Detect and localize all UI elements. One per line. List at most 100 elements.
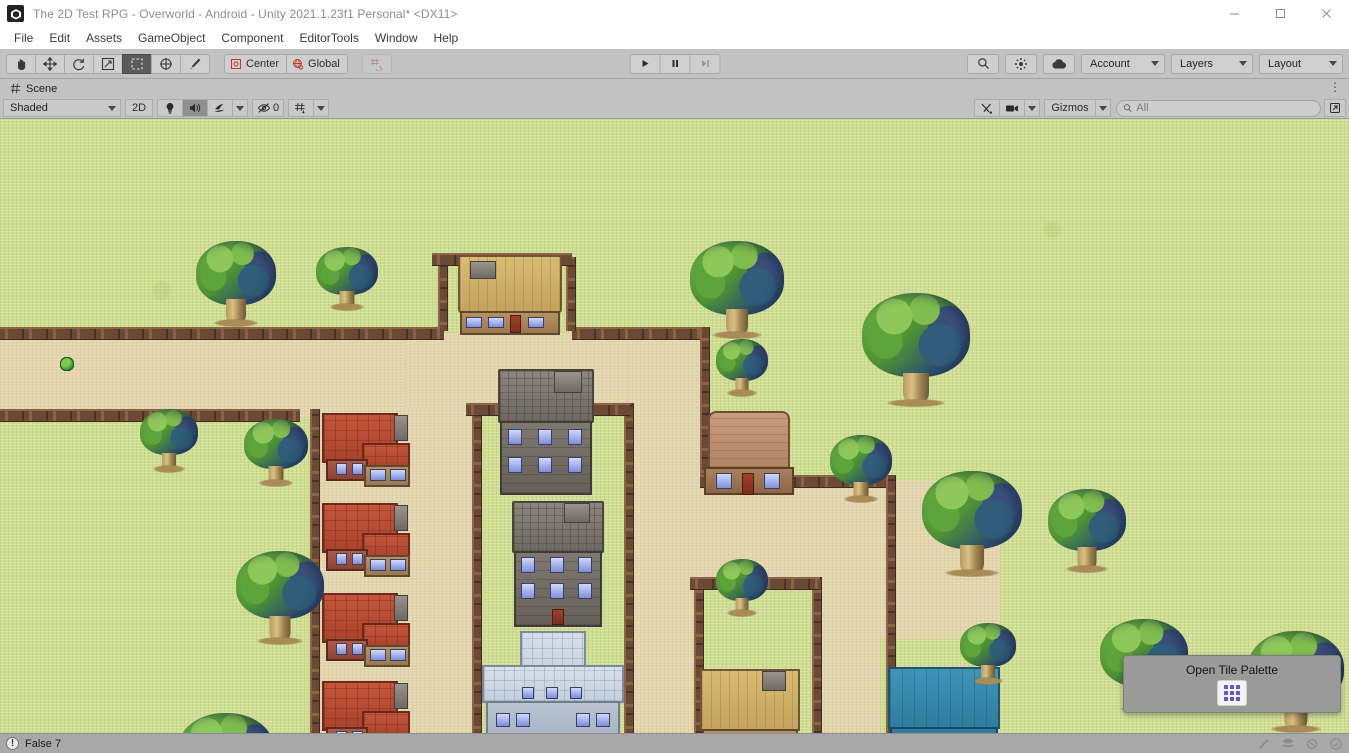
minimize-button[interactable] (1211, 0, 1257, 27)
building-civic-hall[interactable] (478, 631, 628, 733)
tab-scene[interactable]: Scene (4, 79, 68, 98)
chevron-down-icon (1151, 61, 1159, 66)
pivot-rotation-button[interactable]: Global (286, 53, 348, 74)
title-bar: The 2D Test RPG - Overworld - Android - … (0, 0, 1349, 27)
move-tool-button[interactable] (35, 53, 65, 74)
tab-scene-label: Scene (26, 82, 58, 95)
building-tan-house-center[interactable] (704, 411, 794, 497)
ready-check-icon[interactable] (1329, 737, 1343, 751)
gizmos-button[interactable]: Gizmos (1044, 99, 1096, 117)
toggle-2d-button[interactable]: 2D (125, 99, 153, 117)
chevron-down-icon (317, 105, 326, 111)
warning-icon: ! (6, 737, 19, 750)
tree (922, 471, 1022, 577)
close-button[interactable] (1303, 0, 1349, 27)
window-controls (1211, 0, 1349, 27)
window-title: The 2D Test RPG - Overworld - Android - … (33, 6, 458, 21)
code-optimization-icon[interactable] (1257, 737, 1271, 751)
account-dropdown[interactable]: Account (1081, 53, 1165, 74)
menu-help[interactable]: Help (426, 29, 467, 47)
building-red-house-2[interactable] (322, 503, 410, 579)
grid-visibility-button[interactable] (288, 99, 315, 117)
building-wood-shop-south[interactable] (700, 669, 800, 733)
tile-palette-title: Open Tile Palette (1185, 662, 1279, 677)
tree (690, 241, 784, 339)
grid-dropdown-button[interactable] (313, 99, 330, 117)
tile-palette-overlay[interactable]: Open Tile Palette (1123, 655, 1341, 713)
status-bar: ! False 7 (0, 733, 1349, 753)
grass-patch-northeast (700, 333, 1349, 481)
building-gray-apartment-lower[interactable] (512, 501, 604, 629)
effects-icon (214, 103, 225, 112)
bush (60, 357, 74, 371)
layers-dropdown[interactable]: Layers (1171, 53, 1253, 74)
menu-file[interactable]: File (6, 29, 41, 47)
chimney-icon (394, 505, 408, 531)
effects-dropdown-button[interactable] (232, 99, 248, 117)
search-icon-button[interactable] (967, 53, 999, 74)
hidden-objects-button[interactable]: 0 (252, 99, 285, 117)
tree (316, 247, 378, 311)
menu-gameobject[interactable]: GameObject (130, 29, 213, 47)
tree (830, 435, 892, 503)
grid-snap-button[interactable] (361, 53, 392, 74)
kebab-menu-icon[interactable]: ⋮ (1329, 81, 1341, 93)
maximize-button[interactable] (1257, 0, 1303, 27)
scene-search-field[interactable] (1116, 99, 1321, 117)
scene-tools-button[interactable] (974, 99, 1000, 117)
effects-toggle-button[interactable] (207, 99, 233, 117)
draw-mode-dropdown[interactable]: Shaded (3, 99, 121, 117)
pause-button[interactable] (659, 53, 690, 74)
lighting-toggle-button[interactable] (157, 99, 183, 117)
scale-tool-button[interactable] (93, 53, 123, 74)
grid-3x3-icon (1224, 684, 1240, 701)
building-gray-apartment-upper[interactable] (498, 369, 594, 497)
global-illumination-icon[interactable] (1305, 737, 1319, 751)
chimney-icon (564, 503, 590, 523)
gizmos-dropdown-button[interactable] (1095, 99, 1111, 117)
camera-dropdown-button[interactable] (1024, 99, 1040, 117)
scene-viewport[interactable]: Open Tile Palette (0, 119, 1349, 733)
transform-tool-button[interactable] (151, 53, 181, 74)
fence-east-block-right (812, 577, 822, 733)
building-red-house-3[interactable] (322, 593, 410, 669)
tile-palette-grid-button[interactable] (1217, 679, 1247, 706)
search-icon (1123, 104, 1132, 113)
menu-assets[interactable]: Assets (78, 29, 130, 47)
menu-window[interactable]: Window (367, 29, 426, 47)
menu-edit[interactable]: Edit (41, 29, 78, 47)
tools-icon (981, 103, 992, 114)
chevron-down-icon (1099, 105, 1107, 111)
pivot-mode-button[interactable]: Center (224, 53, 288, 74)
status-message[interactable]: False 7 (25, 738, 61, 750)
cloud-icon-button[interactable] (1043, 53, 1075, 74)
scene-search-input[interactable] (1136, 102, 1314, 114)
tree (862, 293, 970, 407)
scene-camera-button[interactable] (999, 99, 1025, 117)
tree (716, 339, 768, 397)
tree (140, 409, 198, 473)
custom-editor-tool-button[interactable] (180, 53, 210, 74)
building-red-house-1[interactable] (322, 413, 410, 489)
toolbar-right-group: Account Layers Layout (967, 53, 1343, 74)
search-popout-button[interactable] (1324, 99, 1346, 117)
menu-editortools[interactable]: EditorTools (291, 29, 366, 47)
services-icon-button[interactable] (1005, 53, 1037, 74)
camera-icon (1005, 104, 1018, 112)
step-button[interactable] (689, 53, 720, 74)
main-toolbar: Center Global Account Layers Layout (0, 49, 1349, 79)
menu-component[interactable]: Component (213, 29, 291, 47)
grid-icon (10, 83, 21, 94)
hand-tool-button[interactable] (6, 53, 36, 74)
rect-transform-tool-button[interactable] (122, 53, 152, 74)
play-button[interactable] (629, 53, 660, 74)
layers-status-icon[interactable] (1281, 737, 1295, 751)
building-wood-roof-house-north[interactable] (458, 255, 562, 337)
building-red-house-4[interactable] (322, 681, 410, 733)
layout-dropdown[interactable]: Layout (1259, 53, 1343, 74)
tree (244, 419, 308, 487)
audio-toggle-button[interactable] (182, 99, 208, 117)
tree (960, 623, 1016, 685)
unity-logo-icon (7, 5, 24, 22)
rotate-tool-button[interactable] (64, 53, 94, 74)
